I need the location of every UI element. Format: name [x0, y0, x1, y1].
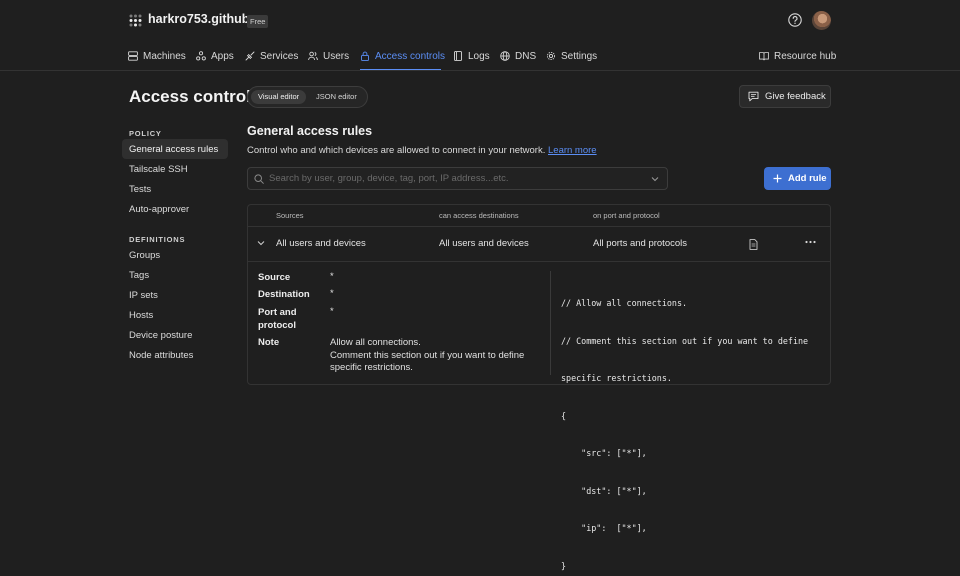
sidebar-item-ip-sets[interactable]: IP sets	[129, 290, 158, 301]
section-description: Control who and which devices are allowe…	[247, 145, 597, 156]
nav-label: Apps	[211, 50, 234, 62]
row-divider	[248, 261, 830, 262]
nav-divider	[0, 70, 960, 71]
detail-destination-label: Destination	[258, 289, 310, 300]
detail-destination-value: *	[330, 288, 334, 299]
sidebar-item-auto-approver[interactable]: Auto-approver	[129, 204, 189, 215]
feedback-label: Give feedback	[765, 91, 826, 102]
description-text: Control who and which devices are allowe…	[247, 145, 546, 156]
code-line: "src": ["*"],	[561, 448, 647, 458]
nav-logs[interactable]: Logs	[453, 49, 490, 63]
editor-mode-toggle: Visual editor JSON editor	[247, 86, 368, 108]
nav-label: DNS	[515, 50, 537, 62]
rule-ports[interactable]: All ports and protocols	[593, 238, 687, 249]
sidebar-item-general-access-rules[interactable]: General access rules	[129, 144, 218, 155]
help-icon[interactable]	[788, 13, 802, 27]
note-line: Allow all connections.	[330, 337, 421, 348]
page-title: Access controls	[129, 87, 261, 106]
resource-hub-link[interactable]: Resource hub	[759, 49, 836, 63]
detail-note-value: Allow all connections. Comment this sect…	[330, 337, 524, 375]
section-title: General access rules	[247, 124, 373, 138]
add-rule-button[interactable]: Add rule	[764, 167, 831, 190]
nav-users[interactable]: Users	[308, 49, 349, 63]
policy-heading: POLICY	[129, 129, 162, 138]
comment-icon	[748, 91, 759, 102]
nav-label: Services	[260, 50, 299, 62]
server-icon	[128, 51, 138, 61]
nav-label: Logs	[468, 50, 490, 62]
logs-icon	[454, 51, 462, 61]
nav-label: Settings	[561, 50, 598, 62]
sidebar-item-node-attributes[interactable]: Node attributes	[129, 350, 193, 361]
apps-icon	[196, 51, 206, 61]
detail-port-value: *	[330, 306, 334, 317]
chevron-down-icon[interactable]	[651, 176, 659, 182]
nav-access-controls[interactable]: Access controls	[360, 49, 445, 63]
add-rule-label: Add rule	[788, 173, 827, 184]
detail-source-label: Source	[258, 272, 291, 283]
resource-hub-label: Resource hub	[774, 50, 837, 62]
nav-apps[interactable]: Apps	[196, 49, 234, 63]
gear-icon	[546, 51, 556, 61]
code-line: }	[561, 560, 567, 571]
code-line: // Allow all connections.	[561, 298, 688, 308]
tab-visual-editor[interactable]: Visual editor	[251, 90, 307, 104]
search-input[interactable]: Search by user, group, device, tag, port…	[269, 173, 509, 184]
users-icon	[308, 51, 318, 61]
detail-source-value: *	[330, 271, 334, 282]
avatar[interactable]	[812, 11, 831, 30]
rule-search[interactable]: Search by user, group, device, tag, port…	[247, 167, 668, 190]
plus-icon	[773, 174, 782, 183]
nav-label: Machines	[143, 50, 186, 62]
search-icon	[254, 174, 264, 184]
note-line: specific restrictions.	[330, 362, 413, 373]
nav-machines[interactable]: Machines	[128, 49, 186, 63]
tab-json-editor[interactable]: JSON editor	[309, 90, 364, 104]
code-line: "dst": ["*"],	[561, 485, 647, 496]
rule-source[interactable]: All users and devices	[276, 238, 366, 249]
tailscale-logo-icon[interactable]	[129, 14, 142, 27]
code-line: {	[561, 410, 567, 421]
chevron-down-icon[interactable]	[257, 240, 265, 246]
nav-label: Access controls	[375, 50, 446, 62]
detail-note-label: Note	[258, 337, 280, 348]
rule-json-preview: // Allow all connections. // Comment thi…	[561, 272, 808, 576]
detail-port-label-line: protocol	[258, 319, 296, 331]
code-divider	[550, 271, 551, 375]
sidebar-item-groups[interactable]: Groups	[129, 250, 160, 261]
lock-icon	[361, 51, 369, 61]
book-icon	[759, 52, 769, 61]
nav-services[interactable]: Services	[245, 49, 298, 63]
sidebar-item-tags[interactable]: Tags	[129, 270, 149, 281]
sidebar-item-tailscale-ssh[interactable]: Tailscale SSH	[129, 164, 188, 175]
detail-port-label-line: Port and	[258, 307, 297, 318]
code-line: "ip": ["*"],	[561, 523, 647, 533]
nav-dns[interactable]: DNS	[500, 49, 536, 63]
code-line: specific restrictions.	[561, 373, 672, 383]
note-line: Comment this section out if you want to …	[330, 349, 525, 361]
code-line: // Comment this section out if you want …	[561, 335, 809, 346]
rules-table: Sources can access destinations on port …	[247, 204, 831, 571]
give-feedback-button[interactable]: Give feedback	[739, 85, 831, 108]
org-name[interactable]: harkro753.github	[148, 12, 249, 26]
rule-destination[interactable]: All users and devices	[439, 238, 529, 249]
globe-icon	[500, 51, 510, 61]
plan-badge: Free	[247, 15, 269, 28]
nav-label: Users	[323, 50, 350, 62]
services-icon	[245, 51, 255, 61]
more-options-icon[interactable]	[805, 240, 816, 244]
note-icon[interactable]	[749, 239, 758, 250]
header-divider	[248, 226, 830, 227]
sidebar-item-device-posture[interactable]: Device posture	[129, 330, 192, 341]
column-ports: on port and protocol	[593, 211, 660, 220]
sidebar-item-tests[interactable]: Tests	[129, 184, 151, 195]
sidebar-item-hosts[interactable]: Hosts	[129, 310, 153, 321]
column-destinations: can access destinations	[439, 211, 519, 220]
learn-more-link[interactable]: Learn more	[548, 145, 597, 156]
detail-port-label: Port and protocol	[258, 307, 297, 332]
nav-settings[interactable]: Settings	[546, 49, 597, 63]
column-sources: Sources	[276, 211, 304, 220]
definitions-heading: DEFINITIONS	[129, 235, 186, 244]
